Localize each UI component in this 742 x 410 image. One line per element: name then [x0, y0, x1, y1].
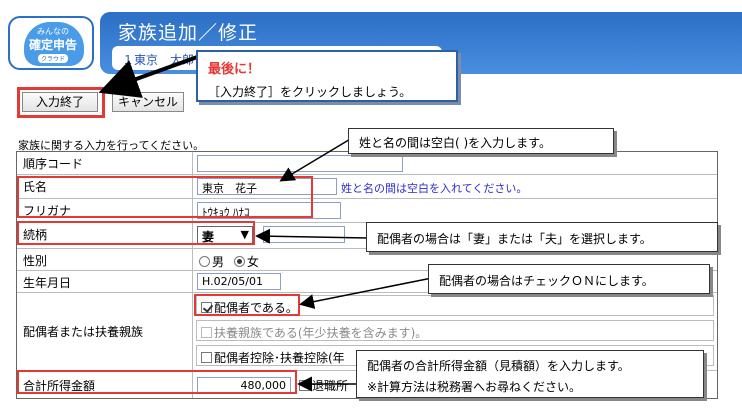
- arrow-name: [279, 137, 353, 182]
- callout-check: 配偶者の場合はチェックＯＮにします。: [428, 264, 710, 294]
- callout-final-step: 最後に！ ［入力終了］をクリックしましょう。: [196, 50, 458, 102]
- arrow-relation: [255, 228, 369, 244]
- arrow-check: [299, 277, 433, 310]
- callout-relation: 配偶者の場合は「妻」または「夫」を選択します。: [366, 222, 718, 252]
- callout-income-line2: ※計算方法は税務署へお尋ねください。: [367, 380, 582, 394]
- callout-name: 姓と名の間は空白( )を入力します。: [348, 128, 614, 154]
- callout-income: 配偶者の合計所得金額（見積額）を入力します。 ※計算方法は税務署へお尋ねください…: [356, 350, 704, 398]
- callout-final-body: ［入力終了］をクリックしましょう。: [208, 85, 412, 99]
- arrow-done: [98, 54, 201, 98]
- callout-final-title: 最後に！: [208, 62, 261, 77]
- callout-income-line1: 配偶者の合計所得金額（見積額）を入力します。: [367, 359, 630, 373]
